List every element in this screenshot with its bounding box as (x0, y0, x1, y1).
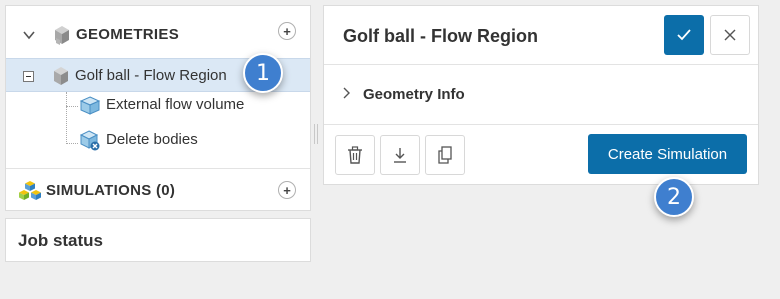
geometries-header[interactable]: GEOMETRIES (6, 14, 312, 56)
divider (324, 64, 758, 65)
delete-bodies-icon (79, 130, 100, 151)
download-icon (394, 148, 406, 163)
tree-connector (66, 92, 67, 144)
geometry-detail-panel: Golf ball - Flow Region Geometry Info Cr… (323, 5, 759, 185)
tree-connector (66, 143, 78, 144)
divider (324, 124, 758, 125)
geometry-tree-panel: GEOMETRIES + Golf ball - Flow Region 1 E… (5, 5, 311, 211)
add-geometry-button[interactable]: + (278, 22, 296, 40)
step-badge-1: 1 (243, 53, 283, 93)
simulations-label: SIMULATIONS (0) (46, 182, 176, 199)
job-status-panel[interactable]: Job status (5, 218, 311, 262)
job-status-label: Job status (18, 231, 104, 250)
close-button[interactable] (710, 15, 750, 55)
collapse-icon[interactable] (23, 71, 34, 82)
trash-icon (348, 146, 362, 164)
step-badge-2: 2 (654, 177, 694, 217)
geometries-label: GEOMETRIES (76, 26, 180, 43)
add-simulation-button[interactable]: + (278, 181, 296, 199)
tree-item-label: Golf ball - Flow Region (75, 67, 227, 84)
divider (6, 168, 310, 169)
geometries-icon (55, 26, 69, 45)
check-icon (677, 29, 691, 41)
close-icon (724, 29, 736, 41)
geometry-item-icon (54, 67, 68, 85)
create-simulation-button[interactable]: Create Simulation (588, 134, 747, 174)
chevron-down-icon[interactable] (22, 28, 36, 42)
chevron-right-icon[interactable] (341, 86, 351, 100)
simulations-icon (19, 181, 41, 200)
copy-button[interactable] (425, 135, 465, 175)
flow-volume-icon (79, 96, 101, 115)
geometry-info-label: Geometry Info (363, 86, 465, 103)
download-button[interactable] (380, 135, 420, 175)
panel-resize-handle[interactable] (314, 124, 318, 144)
delete-button[interactable] (335, 135, 375, 175)
tree-item-label: External flow volume (106, 96, 245, 113)
confirm-button[interactable] (664, 15, 704, 55)
page-title: Golf ball - Flow Region (343, 26, 538, 46)
tree-item-label: Delete bodies (106, 131, 198, 148)
tree-connector (66, 106, 78, 107)
copy-icon (438, 146, 452, 164)
